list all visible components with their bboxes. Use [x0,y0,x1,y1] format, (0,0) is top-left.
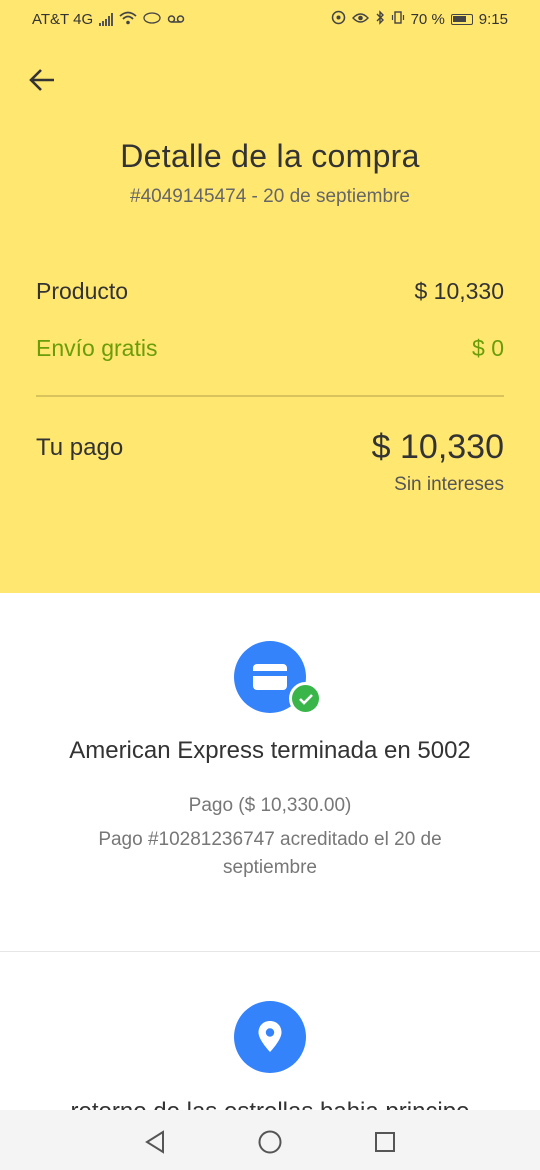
total-value: $ 10,330 [371,428,504,466]
arrow-left-icon [29,69,54,91]
summary-divider [36,395,504,397]
voicemail-icon [167,12,185,27]
card-shape [253,664,287,690]
purchase-header: Detalle de la compra #4049145474 - 20 de… [0,38,540,593]
check-icon [289,682,322,715]
shipping-value: $ 0 [472,335,504,361]
system-nav-bar [0,1110,540,1170]
clock-time: 9:15 [478,10,508,28]
product-value: $ 10,330 [414,278,504,304]
page-title: Detalle de la compra [120,138,420,174]
location-pin-icon [234,1001,306,1073]
vibrate-icon [391,10,405,28]
status-bar: AT&T 4G 70 % 9:15 [0,0,540,38]
status-left: AT&T 4G [32,11,185,28]
product-row: Producto $ 10,330 [36,278,504,305]
battery-icon [450,13,473,25]
wifi-icon [119,11,137,28]
shipping-label: Envío gratis [36,335,158,361]
carrier-text: AT&T 4G [32,10,94,28]
back-triangle-icon [145,1130,164,1154]
shipping-row: Envío gratis $ 0 [36,335,504,362]
bluetooth-icon [375,10,385,28]
total-label: Tu pago [36,433,124,461]
card-title: American Express terminada en 5002 [69,737,471,764]
total-row: Tu pago $ 10,330 [36,428,504,467]
order-subtitle: #4049145474 - 20 de septiembre [130,186,410,207]
interest-note: Sin intereses [394,474,504,495]
data-saver-icon [331,10,346,28]
eye-icon [351,12,369,27]
recents-square-icon [375,1132,395,1152]
back-button[interactable] [22,64,62,96]
payment-amount: Pago ($ 10,330.00) [188,795,352,816]
vpn-icon [143,11,161,27]
nav-home-button[interactable] [256,1128,284,1156]
section-divider [0,951,540,952]
payment-detail: Pago #10281236747 acreditado el 20 de se… [98,829,442,878]
nav-back-button[interactable] [141,1128,169,1156]
home-circle-icon [258,1130,282,1154]
status-right: 70 % 9:15 [331,10,508,28]
product-label: Producto [36,278,129,304]
battery-percent: 70 % [410,10,445,28]
signal-icon [99,12,114,26]
nav-recents-button[interactable] [371,1128,399,1156]
